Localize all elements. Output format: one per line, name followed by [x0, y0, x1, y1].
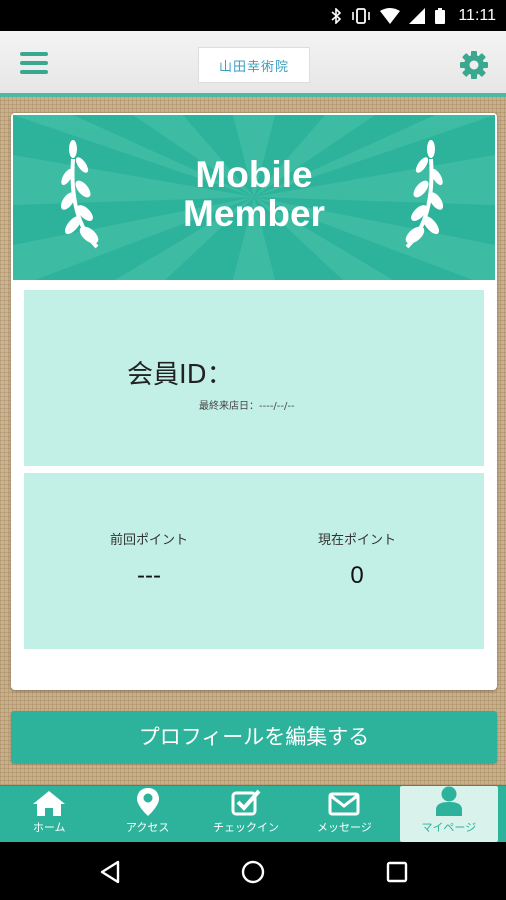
banner-title: Mobile Member — [13, 155, 495, 233]
tab-mypage[interactable]: マイページ — [399, 786, 499, 842]
previous-points-label: 前回ポイント — [109, 533, 188, 548]
points-panel: 前回ポイント --- 現在ポイント 0 — [24, 473, 484, 649]
previous-points: 前回ポイント --- — [49, 529, 249, 590]
tab-access[interactable]: アクセス — [98, 786, 196, 842]
home-icon — [32, 788, 66, 816]
app-header: 山田幸術院 — [0, 31, 506, 97]
last-visit-value: ----/--/-- — [259, 401, 295, 412]
member-id-panel: 会員ID： 最終来店日：----/--/-- — [24, 290, 484, 466]
logo: 山田幸術院 — [198, 47, 310, 83]
member-banner: Mobile Member — [13, 115, 495, 280]
vibrate-icon — [351, 7, 371, 24]
tab-mypage-label: マイページ — [421, 821, 477, 834]
bluetooth-icon — [331, 7, 342, 24]
hamburger-menu-icon[interactable] — [20, 52, 48, 78]
map-pin-icon — [136, 788, 159, 816]
system-nav-bar — [0, 842, 506, 900]
wifi-icon — [380, 7, 401, 24]
banner-title-line2: Member — [183, 193, 325, 234]
logo-text: 山田幸術院 — [218, 59, 289, 75]
current-points-value: 0 — [350, 562, 364, 589]
battery-icon — [435, 7, 446, 24]
last-visit-label: 最終来店日： — [199, 401, 259, 412]
banner-title-line1: Mobile — [195, 154, 313, 195]
recents-icon[interactable] — [384, 859, 410, 885]
signal-icon — [409, 7, 426, 24]
bottom-tab-bar: ホーム アクセス チェックイン メッセージ マイページ — [0, 785, 506, 842]
tab-checkin[interactable]: チェックイン — [197, 786, 295, 842]
person-icon — [435, 786, 463, 816]
envelope-icon — [328, 788, 360, 816]
back-icon[interactable] — [98, 859, 124, 885]
content-area: Mobile Member 会員ID： 最終来店日：----/--/-- 前回ポ… — [0, 97, 506, 785]
member-card: Mobile Member 会員ID： 最終来店日：----/--/-- 前回ポ… — [11, 113, 497, 690]
checkbox-icon — [231, 788, 261, 816]
gear-icon[interactable] — [458, 49, 490, 81]
current-points-label: 現在ポイント — [317, 533, 396, 548]
tab-checkin-label: チェックイン — [213, 821, 280, 834]
tab-access-label: アクセス — [125, 821, 170, 834]
tab-message-label: メッセージ — [317, 821, 372, 834]
tab-home[interactable]: ホーム — [0, 786, 98, 842]
tab-home-label: ホーム — [32, 821, 66, 834]
clock: 11:11 — [458, 6, 496, 24]
edit-profile-button[interactable]: プロフィールを編集する — [11, 711, 497, 763]
home-circle-icon[interactable] — [240, 859, 266, 885]
status-bar: 11:11 — [0, 0, 506, 31]
previous-points-value: --- — [137, 562, 161, 589]
current-points: 現在ポイント 0 — [257, 529, 457, 590]
tab-message[interactable]: メッセージ — [295, 786, 393, 842]
last-visit: 最終来店日：----/--/-- — [199, 397, 295, 412]
member-id-label: 会員ID： — [127, 360, 233, 390]
